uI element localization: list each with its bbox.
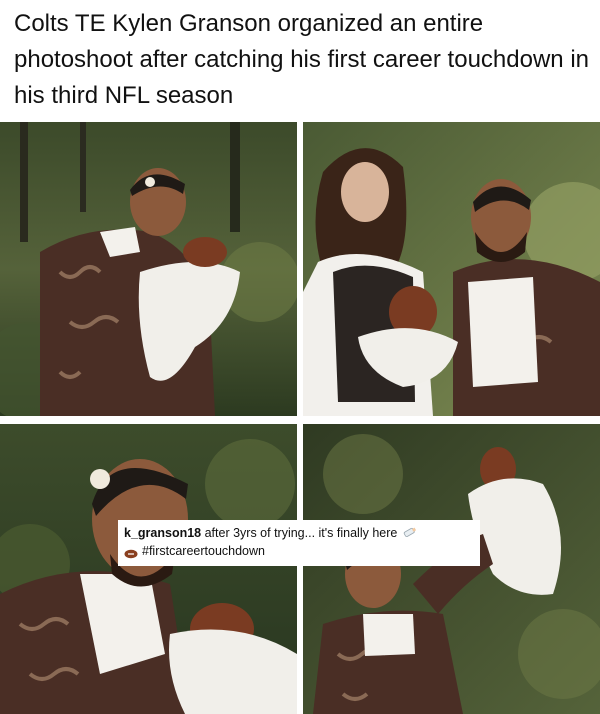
- man-cradling-football-photo: [0, 122, 297, 416]
- football-icon: [124, 546, 138, 559]
- baby-bottle-icon: [401, 525, 417, 537]
- instagram-caption: k_granson18 after 3yrs of trying... it's…: [118, 520, 480, 566]
- man-lifting-football-photo: [303, 424, 600, 714]
- headline: Colts TE Kylen Granson organized an enti…: [14, 10, 589, 109]
- caption-hashtag[interactable]: #firstcareertouchdown: [142, 542, 265, 560]
- caption-username[interactable]: k_granson18: [124, 526, 201, 540]
- photo-grid: k_granson18 after 3yrs of trying... it's…: [0, 122, 600, 714]
- couple-with-football-photo: [303, 122, 600, 416]
- caption-text: after 3yrs of trying... it's finally her…: [201, 526, 398, 540]
- man-smiling-closeup-photo: [0, 424, 297, 714]
